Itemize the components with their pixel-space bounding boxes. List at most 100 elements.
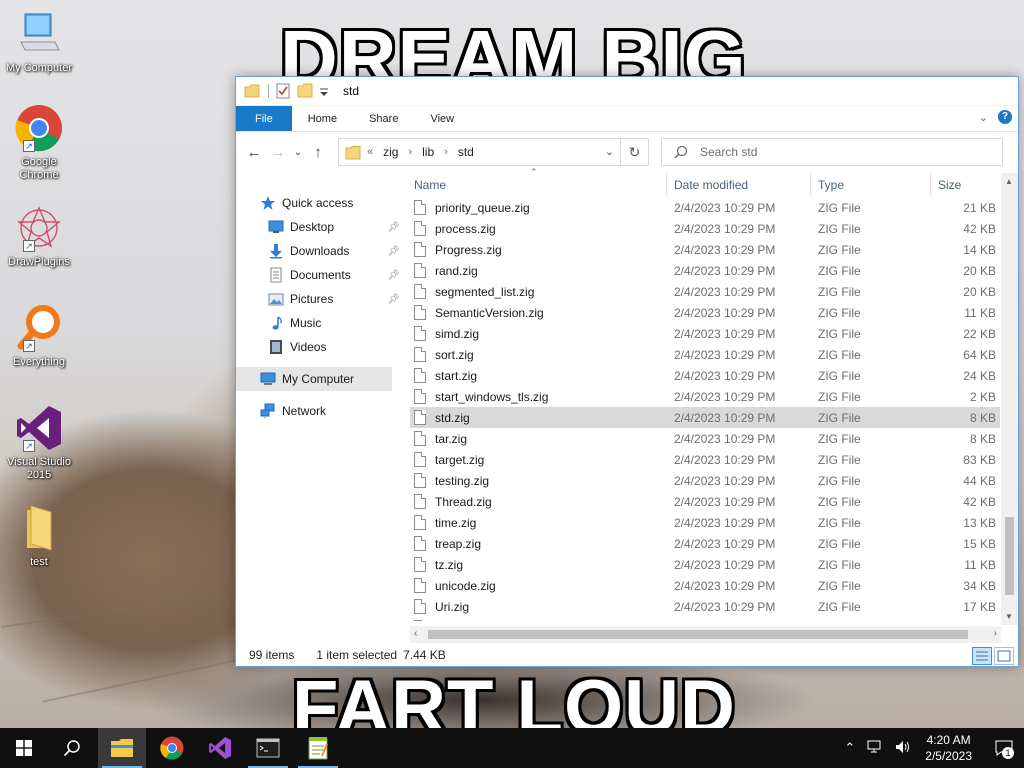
taskbar-search-button[interactable] — [48, 728, 96, 768]
tab-home[interactable]: Home — [292, 106, 353, 131]
file-date: 2/4/2023 10:29 PM — [674, 242, 776, 257]
up-button[interactable]: ↑ — [306, 140, 330, 164]
table-row[interactable]: Progress.zig 2/4/2023 10:29 PM ZIG File 14 … — [410, 239, 1000, 260]
vertical-scrollbar[interactable]: ▲ ▼ — [1001, 173, 1018, 625]
table-row[interactable]: priority_queue.zig 2/4/2023 10:29 PM ZIG F… — [410, 197, 1000, 218]
scroll-left-icon[interactable]: ‹ — [414, 628, 417, 639]
table-row[interactable]: time.zig 2/4/2023 10:29 PM ZIG File 13 KB — [410, 512, 1000, 533]
file-name: priority_queue.zig — [435, 200, 530, 215]
recent-locations-button[interactable]: ⌄ — [290, 140, 306, 164]
table-row[interactable]: rand.zig 2/4/2023 10:29 PM ZIG File 20 KB — [410, 260, 1000, 281]
pin-icon[interactable]: 📌︎ — [387, 294, 400, 305]
table-row[interactable]: simd.zig 2/4/2023 10:29 PM ZIG File 22 KB — [410, 323, 1000, 344]
sidebar-item-pictures[interactable]: Pictures 📌︎ — [236, 287, 406, 311]
column-divider[interactable] — [930, 173, 931, 197]
table-row[interactable]: treap.zig 2/4/2023 10:29 PM ZIG File 15 KB — [410, 533, 1000, 554]
file-date: 2/4/2023 10:29 PM — [674, 389, 776, 404]
tab-view[interactable]: View — [414, 106, 470, 131]
back-button[interactable]: ← — [242, 140, 266, 164]
clock[interactable]: 4:20 AM 2/5/2023 — [925, 732, 972, 764]
sidebar-item-documents[interactable]: Documents 📌︎ — [236, 263, 406, 287]
column-header-date[interactable]: Date modified — [670, 173, 810, 197]
desktop-icon-drawplugins[interactable]: ↗ DrawPlugins — [4, 204, 74, 269]
table-row[interactable]: sort.zig 2/4/2023 10:29 PM ZIG File 64 KB — [410, 344, 1000, 365]
table-row[interactable]: segmented_list.zig 2/4/2023 10:29 PM ZIG F… — [410, 281, 1000, 302]
sidebar-item-downloads[interactable]: Downloads 📌︎ — [236, 239, 406, 263]
breadcrumb-std[interactable]: std — [458, 145, 474, 159]
breadcrumb-overflow[interactable]: « — [367, 146, 373, 158]
sidebar-item-desktop[interactable]: Desktop 📌︎ — [236, 215, 406, 239]
selection-count: 1 item selected — [316, 648, 398, 662]
large-icons-view-icon[interactable] — [994, 647, 1014, 665]
table-row[interactable]: start_windows_tls.zig 2/4/2023 10:29 PM ZI… — [410, 386, 1000, 407]
expand-ribbon-icon[interactable]: ⌄ — [979, 111, 988, 124]
table-row[interactable]: tz.zig 2/4/2023 10:29 PM ZIG File 11 KB — [410, 554, 1000, 575]
taskbar-notepad[interactable] — [294, 728, 342, 768]
new-folder-icon[interactable] — [297, 83, 313, 99]
breadcrumb-zig[interactable]: zig — [383, 145, 398, 159]
scroll-up-icon[interactable]: ▲ — [1005, 177, 1013, 186]
sidebar-item-music[interactable]: Music — [236, 311, 406, 335]
file-icon — [414, 431, 426, 446]
column-header-size[interactable]: Size — [934, 173, 1000, 197]
breadcrumb-separator-icon[interactable]: › — [408, 146, 412, 158]
volume-icon[interactable] — [895, 740, 911, 757]
breadcrumb-separator-icon[interactable]: › — [444, 146, 448, 158]
scroll-down-icon[interactable]: ▼ — [1005, 612, 1013, 621]
table-row[interactable]: std.zig 2/4/2023 10:29 PM ZIG File 8 KB — [410, 407, 1000, 428]
properties-icon[interactable] — [275, 83, 291, 99]
taskbar-visual-studio[interactable] — [196, 728, 244, 768]
tab-share[interactable]: Share — [353, 106, 414, 131]
table-row[interactable]: SemanticVersion.zig 2/4/2023 10:29 PM ZIG … — [410, 302, 1000, 323]
table-row[interactable]: target.zig 2/4/2023 10:29 PM ZIG File 83 KB — [410, 449, 1000, 470]
scroll-right-icon[interactable]: › — [994, 628, 997, 639]
customize-toolbar-icon[interactable] — [319, 83, 329, 99]
sidebar-item-videos[interactable]: Videos — [236, 335, 406, 359]
table-row[interactable]: unicode.zig 2/4/2023 10:29 PM ZIG File 34 K… — [410, 575, 1000, 596]
taskbar-file-explorer[interactable] — [98, 728, 146, 768]
breadcrumb-lib[interactable]: lib — [422, 145, 434, 159]
table-row[interactable]: start.zig 2/4/2023 10:29 PM ZIG File 24 KB — [410, 365, 1000, 386]
column-header-name[interactable]: Name — [410, 173, 666, 197]
action-center-button[interactable]: 1 — [984, 728, 1024, 768]
sidebar-item-quick-access[interactable]: Quick access — [236, 191, 406, 215]
file-rows: priority_queue.zig 2/4/2023 10:29 PM ZIG F… — [410, 197, 1000, 621]
taskbar-chrome[interactable] — [148, 728, 196, 768]
table-row[interactable]: tar.zig 2/4/2023 10:29 PM ZIG File 8 KB — [410, 428, 1000, 449]
address-dropdown-icon[interactable]: ⌄ — [605, 145, 614, 158]
taskbar-terminal[interactable] — [244, 728, 292, 768]
desktop-icon-my-computer[interactable]: My Computer — [4, 10, 74, 75]
scrollbar-thumb[interactable] — [1005, 517, 1014, 595]
file-date: 2/4/2023 10:29 PM — [674, 617, 775, 622]
file-date: 2/4/2023 10:29 PM — [674, 347, 776, 362]
forward-button[interactable]: → — [266, 140, 290, 164]
table-row[interactable]: Uri.zig 2/4/2023 10:29 PM ZIG File 17 KB — [410, 596, 1000, 617]
pin-icon[interactable]: 📌︎ — [387, 246, 400, 257]
help-icon[interactable]: ? — [998, 110, 1012, 124]
horizontal-scrollbar[interactable]: ‹ › — [410, 626, 1001, 643]
scrollbar-thumb[interactable] — [428, 630, 968, 639]
network-status-icon[interactable] — [867, 740, 883, 757]
table-row[interactable]: testing.zig 2/4/2023 10:29 PM ZIG File 44 K… — [410, 470, 1000, 491]
refresh-icon[interactable]: ↻ — [620, 139, 648, 165]
desktop-icon-chrome[interactable]: ↗ Google Chrome — [4, 104, 74, 182]
search-input[interactable]: Search std — [661, 138, 1003, 166]
details-view-icon[interactable] — [972, 647, 992, 665]
table-row[interactable]: Thread.zig 2/4/2023 10:29 PM ZIG File 42 KB — [410, 491, 1000, 512]
show-hidden-icons-icon[interactable]: ⌃ — [844, 740, 855, 756]
tab-file[interactable]: File — [236, 106, 292, 131]
start-button[interactable] — [0, 728, 48, 768]
pin-icon[interactable]: 📌︎ — [387, 222, 400, 233]
desktop-icon-everything[interactable]: ↗ Everything — [4, 304, 74, 369]
desktop-icon-test-folder[interactable]: test — [4, 504, 74, 569]
sidebar-item-network[interactable]: Network — [236, 399, 406, 423]
column-divider[interactable] — [810, 173, 811, 197]
table-row[interactable]: process.zig 2/4/2023 10:29 PM ZIG File 42 K… — [410, 218, 1000, 239]
address-bar[interactable]: « zig › lib › std ⌄ ↻ — [338, 138, 649, 166]
table-row[interactable]: valgrind.zig 2/4/2023 10:29 PM ZIG File 10 … — [410, 617, 1000, 621]
column-header-type[interactable]: Type — [814, 173, 930, 197]
desktop-icon-visual-studio[interactable]: ↗ Visual Studio 2015 — [4, 404, 74, 482]
pin-icon[interactable]: 📌︎ — [387, 270, 400, 281]
sidebar-item-my-computer[interactable]: My Computer — [236, 367, 392, 391]
column-divider[interactable] — [666, 173, 667, 197]
